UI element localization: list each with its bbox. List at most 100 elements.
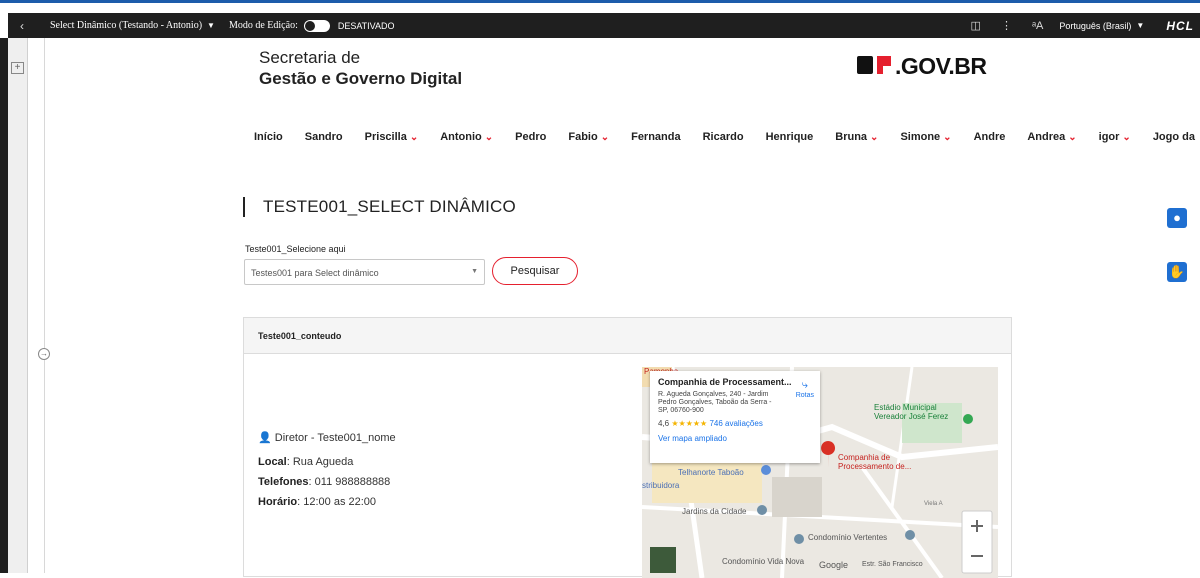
directions-icon: ⤷ xyxy=(801,379,808,391)
hcl-logo: HCL xyxy=(1166,18,1194,33)
hours-row: Horário: 12:00 as 22:00 xyxy=(258,496,396,508)
phone-label: Telefones xyxy=(258,476,309,488)
chevron-down-icon: ⌄ xyxy=(409,131,419,143)
back-icon[interactable]: ‹ xyxy=(8,19,36,33)
nav-item[interactable]: Bruna ⌄ xyxy=(835,131,878,143)
nav-item-label: Bruna xyxy=(835,131,868,143)
nav-item[interactable]: Início xyxy=(254,131,283,143)
nav-item[interactable]: Ricardo xyxy=(703,131,744,143)
svg-text:.GOV.BR: .GOV.BR xyxy=(895,53,987,78)
nav-item-label: Andre xyxy=(973,131,1006,143)
chevron-down-icon: ⌄ xyxy=(484,131,494,143)
nav-item[interactable]: Andrea ⌄ xyxy=(1027,131,1076,143)
expand-panel-icon[interactable]: → xyxy=(38,348,50,360)
place-title: Companhia de Processament... xyxy=(658,377,792,387)
add-content-icon[interactable]: + xyxy=(11,62,24,74)
nav-item-label: Henrique xyxy=(765,131,814,143)
nav-item-label: Fabio xyxy=(568,131,598,143)
map-label-company: Companhia de Processamento de... xyxy=(838,453,912,471)
admin-toolbar: ‹ Select Dinâmico (Testando - Antonio) ▼… xyxy=(8,13,1200,38)
local-value: : Rua Agueda xyxy=(286,456,354,468)
chevron-down-icon: ⌄ xyxy=(870,131,879,143)
nav-item-label: Antonio xyxy=(440,131,482,143)
nav-item-label: Início xyxy=(254,131,283,143)
place-address: R. Agueda Gonçalves, 240 - Jardim Pedro … xyxy=(658,391,772,414)
map-label-vida: Condomínio Vida Nova xyxy=(722,557,805,566)
nav-item-label: Jogo da xyxy=(1152,131,1195,143)
directions-label: Rotas xyxy=(795,392,814,399)
page-layout-icon[interactable]: ◫ xyxy=(971,19,981,32)
phone-value: : 011 988888888 xyxy=(308,476,391,488)
edit-mode-toggle[interactable] xyxy=(303,19,330,32)
rating-value: 4,6 xyxy=(658,419,670,428)
more-options-icon[interactable]: ⋮ xyxy=(1001,19,1012,32)
language-selector[interactable]: Português (Brasil) xyxy=(1059,21,1131,31)
page-title: TESTE001_SELECT DINÂMICO xyxy=(263,197,516,216)
directions-button[interactable]: ⤷ Rotas xyxy=(796,379,814,399)
nav-item[interactable]: Priscilla ⌄ xyxy=(365,131,419,143)
map-label-estr: Estr. São Francisco xyxy=(862,561,923,568)
map-label-vertentes: Condomínio Vertentes xyxy=(808,533,888,542)
panel-divider xyxy=(44,38,45,573)
hours-label: Horário xyxy=(258,496,298,508)
chevron-down-icon[interactable]: ▼ xyxy=(1136,21,1144,30)
local-row: Local: Rua Agueda xyxy=(258,456,396,468)
nav-item-label: Sandro xyxy=(304,131,343,143)
select-label: Teste001_Selecione aqui xyxy=(245,244,346,254)
sp-gov-logo[interactable]: .GOV.BR xyxy=(857,52,1003,85)
dynamic-select[interactable]: Testes001 para Select dinâmico ▼ xyxy=(244,259,485,285)
phone-row: Telefones: 011 988888888 xyxy=(258,476,396,488)
nav-item-label: Fernanda xyxy=(631,131,681,143)
nav-item[interactable]: Henrique xyxy=(766,131,814,143)
chevron-down-icon: ⌄ xyxy=(1122,131,1131,143)
local-label: Local xyxy=(258,456,287,468)
toggle-knob xyxy=(304,20,315,31)
nav-item-label: Ricardo xyxy=(702,131,744,143)
translate-icon[interactable]: ᵃA xyxy=(1032,20,1043,32)
toolbar-right: ◫ ⋮ ᵃA Português (Brasil) ▼ HCL xyxy=(961,13,1200,38)
nav-item-label: Pedro xyxy=(515,131,547,143)
nav-item-label: Andrea xyxy=(1027,131,1066,143)
nav-item[interactable]: Simone ⌄ xyxy=(900,131,951,143)
nav-item[interactable]: Andre xyxy=(974,131,1006,143)
sign-language-icon[interactable]: ✋ xyxy=(1167,262,1187,282)
edit-mode-label: Modo de Edição: xyxy=(228,20,298,31)
nav-item[interactable]: Jogo da xyxy=(1153,131,1195,143)
chevron-down-icon: ⌄ xyxy=(1068,131,1077,143)
map-label-telhanorte: Telhanorte Taboão xyxy=(678,468,744,477)
larger-map-link[interactable]: Ver mapa ampliado xyxy=(658,434,812,443)
chevron-down-icon: ⌄ xyxy=(943,131,952,143)
page-selector[interactable]: Select Dinâmico (Testando - Antonio) xyxy=(50,20,202,31)
org-name-line2: Gestão e Governo Digital xyxy=(259,69,463,88)
top-accent-stripe xyxy=(0,0,1200,13)
accessibility-icon[interactable]: ● xyxy=(1167,208,1187,228)
nav-item[interactable]: Sandro xyxy=(305,131,343,143)
hours-value: : 12:00 as 22:00 xyxy=(297,496,377,508)
place-rating: 4,6 ★★★★★ 746 avaliações xyxy=(658,419,812,428)
nav-item-label: Simone xyxy=(900,131,941,143)
heading-bar xyxy=(243,197,245,217)
chevron-down-icon: ⌄ xyxy=(600,131,610,143)
nav-item[interactable]: igor ⌄ xyxy=(1099,131,1131,143)
card-title: Teste001_conteudo xyxy=(244,318,1011,354)
google-watermark: Google xyxy=(819,560,849,570)
nav-item[interactable]: Fernanda xyxy=(631,131,681,143)
chevron-down-icon[interactable]: ▼ xyxy=(207,21,215,30)
org-name-line1: Secretaria de xyxy=(259,48,361,67)
nav-item-label: igor xyxy=(1098,131,1120,143)
search-button[interactable]: Pesquisar xyxy=(492,257,578,285)
map-label-stadium: Estádio Municipal Vereador José Ferez xyxy=(874,403,949,421)
person-icon: 👤 xyxy=(258,432,272,444)
chevron-down-icon: ▼ xyxy=(471,268,478,275)
nav-item[interactable]: Antonio ⌄ xyxy=(440,131,493,143)
content-card: Teste001_conteudo 👤 Diretor - Teste001_n… xyxy=(243,317,1012,578)
map-label-distribuidora: stribuidora xyxy=(642,481,680,490)
reviews-link[interactable]: 746 avaliações xyxy=(709,419,762,428)
map-label-jardins: Jardins da Cidade xyxy=(682,507,747,516)
director-name: Diretor - Teste001_nome xyxy=(274,432,396,444)
nav-item-label: Priscilla xyxy=(364,131,407,143)
nav-item[interactable]: Pedro xyxy=(515,131,546,143)
nav-item[interactable]: Fabio ⌄ xyxy=(568,131,609,143)
contact-info: 👤 Diretor - Teste001_nome Local: Rua Agu… xyxy=(258,431,396,516)
director-row: 👤 Diretor - Teste001_nome xyxy=(258,431,396,444)
